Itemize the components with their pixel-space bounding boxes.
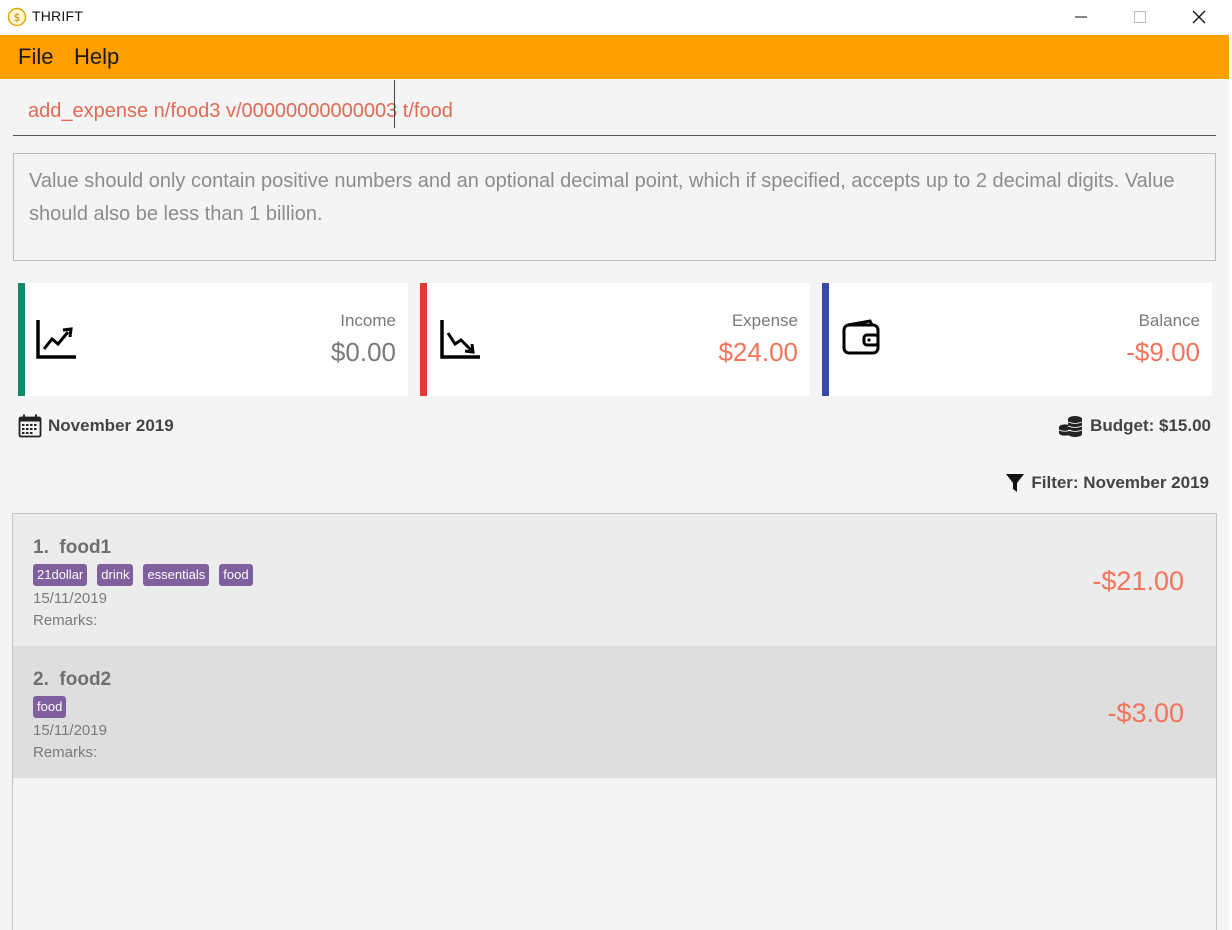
expense-label: Expense (731, 311, 798, 330)
transaction-value: -$21.00 (1092, 566, 1184, 596)
close-icon (1192, 10, 1206, 24)
income-card: Income $0.00 (18, 283, 408, 396)
title-bar: $ THRIFT (0, 0, 1232, 34)
balance-card: Balance -$9.00 (822, 283, 1212, 396)
tag: drink (97, 564, 134, 586)
transaction-date: 15/11/2019 (33, 590, 107, 607)
transaction-row[interactable]: 2. food2 food 15/11/2019 Remarks: -$3.00 (13, 646, 1216, 778)
menu-help[interactable]: Help (74, 44, 119, 70)
month-label: November 2019 (48, 416, 174, 435)
transaction-row[interactable]: 1. food1 21dollar drink essentials food … (13, 514, 1216, 646)
balance-amount: -$9.00 (1126, 337, 1200, 367)
menu-bar: File Help (0, 35, 1229, 79)
transaction-date: 15/11/2019 (33, 722, 107, 739)
minimize-icon (1075, 16, 1087, 18)
transaction-remarks: Remarks: (33, 744, 98, 761)
app-logo-icon: $ (7, 7, 27, 27)
tag: 21dollar (33, 564, 88, 586)
month-indicator: November 2019 (18, 414, 174, 438)
tag: food (219, 564, 253, 586)
tag-list: food (33, 696, 76, 718)
minimize-button[interactable] (1052, 0, 1110, 34)
expense-accent-bar (420, 283, 427, 396)
calendar-icon (18, 414, 42, 438)
result-display[interactable]: Value should only contain positive numbe… (13, 153, 1216, 261)
tag: food (33, 696, 67, 718)
close-button[interactable] (1170, 0, 1228, 34)
filter-indicator: Filter: November 2019 (1005, 473, 1209, 493)
budget-label: Budget: $15.00 (1090, 416, 1211, 435)
command-input-text[interactable]: add_expense n/food3 v/00000000000003 t/f… (28, 100, 453, 123)
balance-accent-bar (822, 283, 829, 396)
expense-amount: $24.00 (718, 337, 798, 367)
transaction-value: -$3.00 (1107, 698, 1184, 728)
coins-icon (1058, 416, 1083, 437)
income-amount: $0.00 (330, 337, 396, 367)
trending-down-icon (440, 320, 480, 359)
budget-indicator: Budget: $15.00 (1058, 414, 1211, 438)
income-label: Income (340, 311, 396, 330)
balance-label: Balance (1138, 311, 1200, 330)
transaction-title: 2. food2 (33, 669, 112, 690)
menu-file[interactable]: File (18, 44, 53, 70)
transaction-title: 1. food1 (33, 537, 112, 558)
wallet-icon (842, 319, 880, 355)
income-accent-bar (18, 283, 25, 396)
transaction-list[interactable]: 1. food1 21dollar drink essentials food … (12, 513, 1217, 930)
maximize-button[interactable] (1111, 0, 1169, 34)
trending-up-icon (36, 320, 76, 359)
text-caret (394, 80, 395, 128)
maximize-icon (1134, 11, 1146, 23)
filter-icon (1006, 474, 1025, 492)
result-message: Value should only contain positive numbe… (29, 170, 1175, 225)
transaction-remarks: Remarks: (33, 612, 98, 629)
svg-text:$: $ (14, 11, 21, 24)
command-input[interactable]: add_expense n/food3 v/00000000000003 t/f… (13, 88, 1216, 136)
tag-list: 21dollar drink essentials food (33, 564, 263, 586)
window-title: THRIFT (32, 8, 83, 24)
filter-label: Filter: November 2019 (1031, 473, 1209, 492)
expense-card: Expense $24.00 (420, 283, 810, 396)
tag: essentials (143, 564, 210, 586)
